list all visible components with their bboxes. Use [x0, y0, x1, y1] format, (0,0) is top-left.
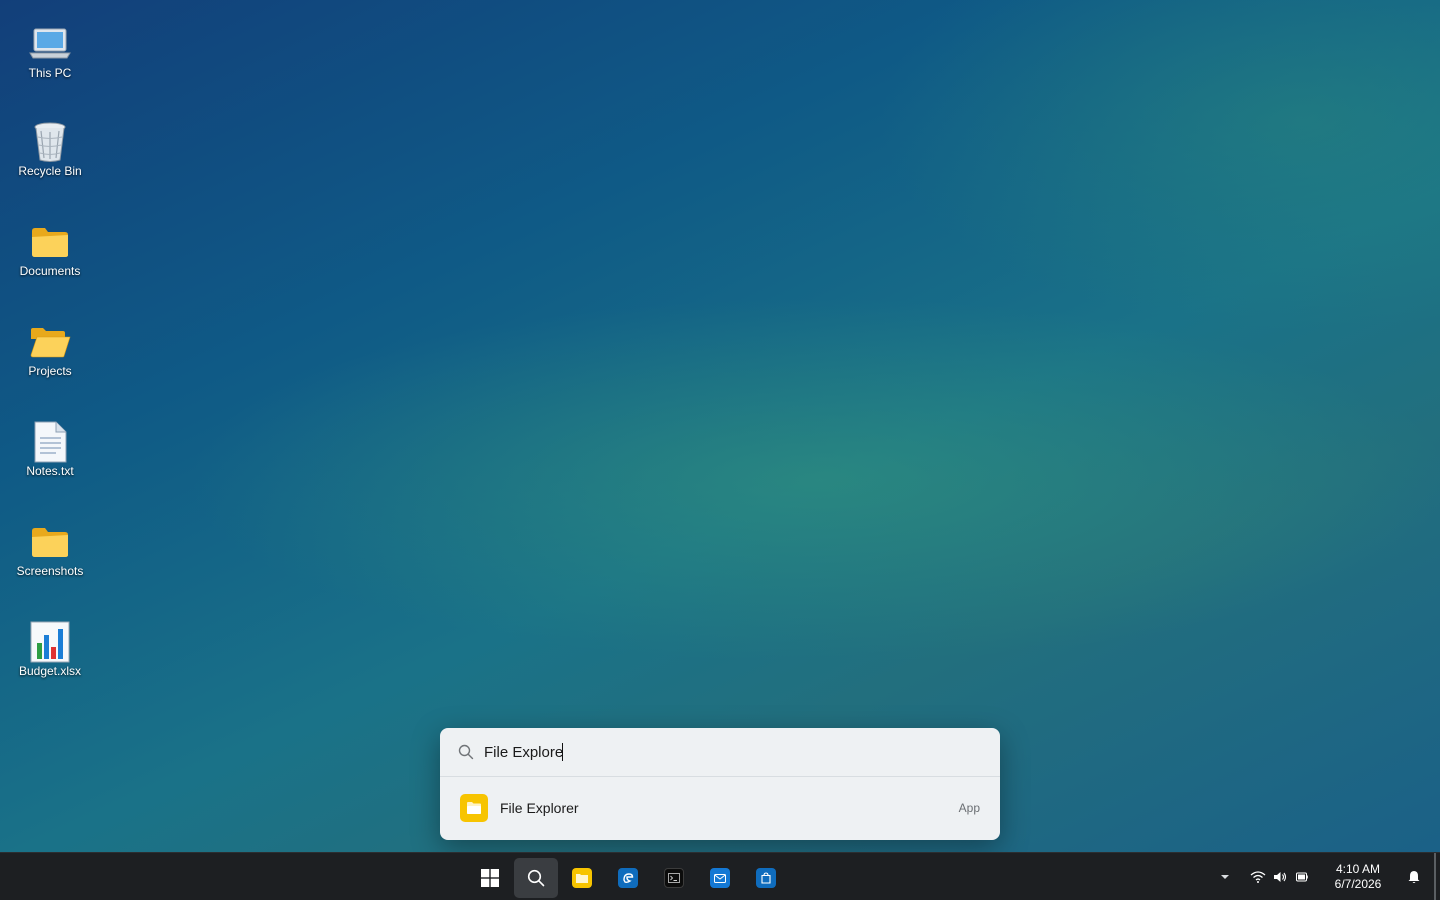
- desktop-icon-label: Budget.xlsx: [18, 664, 82, 678]
- desktop-icon-label: Recycle Bin: [18, 164, 82, 178]
- desktop-icon-label: Documents: [19, 264, 81, 278]
- desktop-icon-notes[interactable]: Notes.txt: [10, 418, 90, 498]
- show-desktop-button[interactable]: [1434, 853, 1436, 900]
- desktop-icon-projects[interactable]: Projects: [10, 318, 90, 398]
- search-result-item[interactable]: File Explorer App: [440, 777, 1000, 839]
- wifi-button[interactable]: [1248, 853, 1268, 900]
- search-popup: File Explore File Explorer App: [440, 728, 1000, 840]
- chevron-down-icon: [1221, 875, 1229, 879]
- mail-icon: [710, 868, 730, 888]
- desktop-icon-recycle-bin[interactable]: Recycle Bin: [10, 118, 90, 198]
- volume-icon: [1274, 872, 1287, 882]
- wifi-icon: [1250, 871, 1266, 883]
- taskbar-store[interactable]: [744, 858, 788, 898]
- start-button[interactable]: [468, 858, 512, 898]
- taskbar-clock[interactable]: 4:10 AM 6/7/2026: [1322, 862, 1394, 892]
- open-folder-icon: [28, 320, 72, 364]
- store-bag-icon: [756, 868, 776, 888]
- windows-logo-icon: [481, 869, 499, 887]
- search-icon: [527, 869, 545, 887]
- desktop-icon-documents[interactable]: Documents: [10, 218, 90, 298]
- desktop-icon-this-pc[interactable]: This PC: [10, 20, 90, 100]
- spreadsheet-chart-icon: [28, 620, 72, 664]
- result-type: App: [958, 801, 980, 815]
- taskbar: 4:10 AM 6/7/2026: [0, 852, 1440, 900]
- desktop-icon-budget[interactable]: Budget.xlsx: [10, 618, 90, 698]
- search-input[interactable]: File Explore: [484, 744, 563, 761]
- search-bar[interactable]: File Explore: [440, 728, 1000, 777]
- clock-time: 4:10 AM: [1335, 862, 1381, 876]
- file-explorer-icon: [572, 868, 592, 888]
- notification-button[interactable]: [1404, 853, 1424, 900]
- volume-button[interactable]: [1271, 853, 1289, 900]
- folder-icon: [28, 220, 72, 264]
- search-icon: [458, 744, 474, 760]
- battery-icon: [1296, 872, 1308, 882]
- terminal-icon: [664, 868, 684, 888]
- desktop-icon-label: Projects: [28, 364, 72, 378]
- text-file-icon: [28, 420, 72, 464]
- battery-button[interactable]: [1293, 853, 1311, 900]
- recycle-bin-icon: [28, 120, 72, 164]
- folder-icon: [28, 520, 72, 564]
- laptop-icon: [28, 22, 72, 66]
- taskbar-edge[interactable]: [606, 858, 650, 898]
- search-button[interactable]: [514, 858, 558, 898]
- file-explorer-icon: [460, 794, 488, 822]
- result-name: File Explorer: [500, 800, 579, 816]
- edge-icon: [618, 868, 638, 888]
- text-caret: [562, 743, 564, 761]
- desktop-icon-label: This PC: [28, 66, 72, 80]
- clock-date: 6/7/2026: [1334, 877, 1382, 891]
- tray-overflow-button[interactable]: [1216, 853, 1234, 900]
- taskbar-terminal[interactable]: [652, 858, 696, 898]
- desktop: This PC Recycle Bin Documents Projects N…: [0, 0, 1440, 900]
- notification-bell-icon: [1408, 871, 1420, 883]
- desktop-icon-screenshots[interactable]: Screenshots: [10, 518, 90, 598]
- desktop-icon-label: Screenshots: [16, 564, 84, 578]
- taskbar-file-explorer[interactable]: [560, 858, 604, 898]
- desktop-icon-label: Notes.txt: [26, 464, 74, 478]
- taskbar-mail[interactable]: [698, 858, 742, 898]
